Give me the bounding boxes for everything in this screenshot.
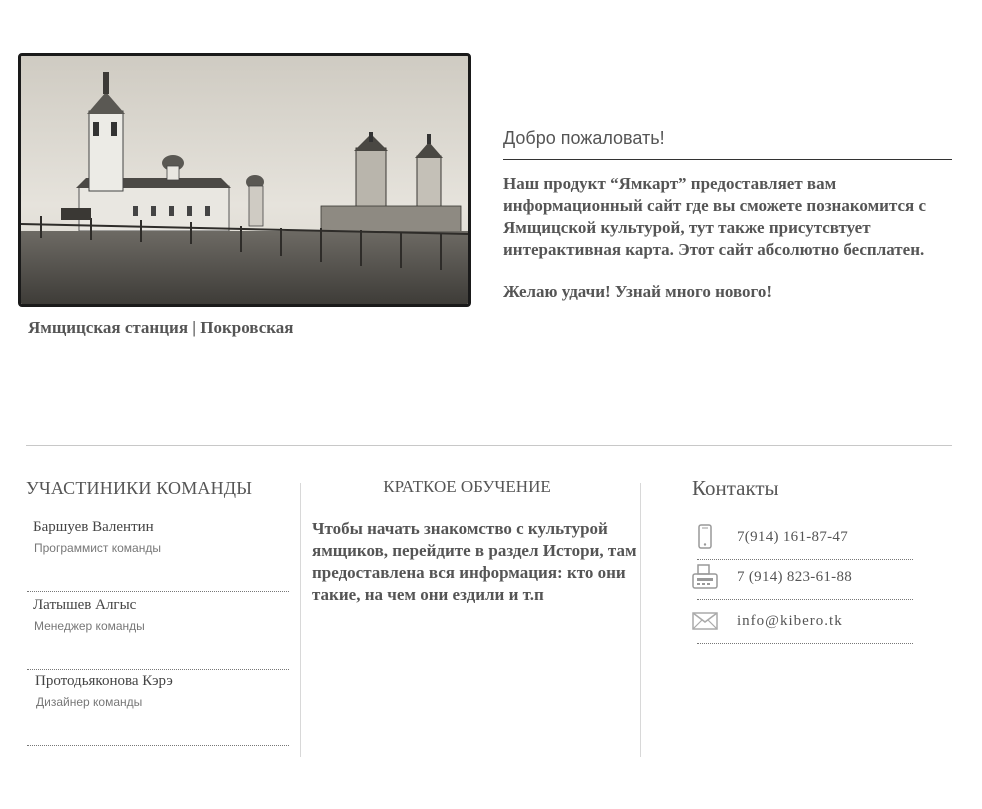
phone-number[interactable]: 7(914) 161-87-47 (737, 529, 848, 546)
contact-phone: 7(914) 161-87-47 (692, 524, 913, 560)
member-role: Менеджер команды (34, 619, 145, 633)
contacts-title: Контакты (692, 476, 779, 500)
contact-divider (697, 643, 913, 644)
tutorial-title: КРАТКОЕ ОБУЧЕНИЕ (383, 477, 551, 496)
member-role: Дизайнер команды (36, 695, 143, 709)
team-member: Баршуев Валентин Программист команды (27, 519, 289, 592)
welcome-title: Добро пожаловать! (503, 128, 665, 148)
tutorial-text: Чтобы начать знакомство с культурой ямщи… (312, 519, 637, 604)
member-name: Протодьяконова Кэрэ (35, 673, 173, 689)
mail-icon (692, 608, 718, 634)
welcome-wish: Желаю удачи! Узнай много нового! (503, 282, 772, 301)
phone-icon (692, 524, 718, 550)
team-title: УЧАСТИНИКИ КОМАНДЫ (26, 478, 253, 498)
photo-caption: Ямщицская станция | Покровская (28, 318, 294, 337)
team-member: Протодьяконова Кэрэ Дизайнер команды (27, 673, 289, 746)
hero-photo (18, 53, 471, 307)
contact-divider (697, 559, 913, 560)
member-role: Программист команды (34, 541, 161, 555)
fax-number[interactable]: 7 (914) 823-61-88 (737, 569, 852, 586)
contact-divider (697, 599, 913, 600)
section-divider (26, 445, 952, 446)
welcome-text: Наш продукт “Ямкарт” предоставляет вам и… (503, 174, 927, 259)
column-divider (300, 483, 301, 757)
contact-fax: 7 (914) 823-61-88 (692, 564, 913, 600)
fax-icon (692, 564, 718, 590)
contact-email: info@kibero.tk (692, 608, 913, 644)
email-link[interactable]: info@kibero.tk (737, 613, 843, 630)
team-member: Латышев Алгыс Менеджер команды (27, 597, 289, 670)
member-name: Латышев Алгыс (33, 597, 137, 613)
welcome-divider (503, 159, 952, 160)
member-name: Баршуев Валентин (33, 519, 154, 535)
